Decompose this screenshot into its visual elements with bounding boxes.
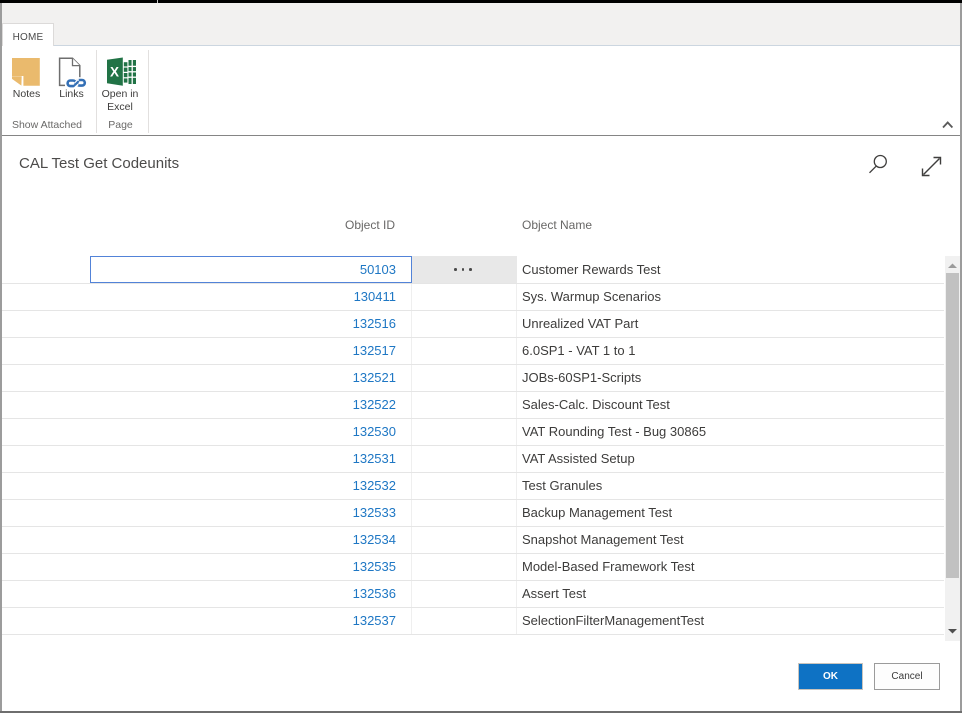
svg-text:X: X <box>110 65 119 80</box>
